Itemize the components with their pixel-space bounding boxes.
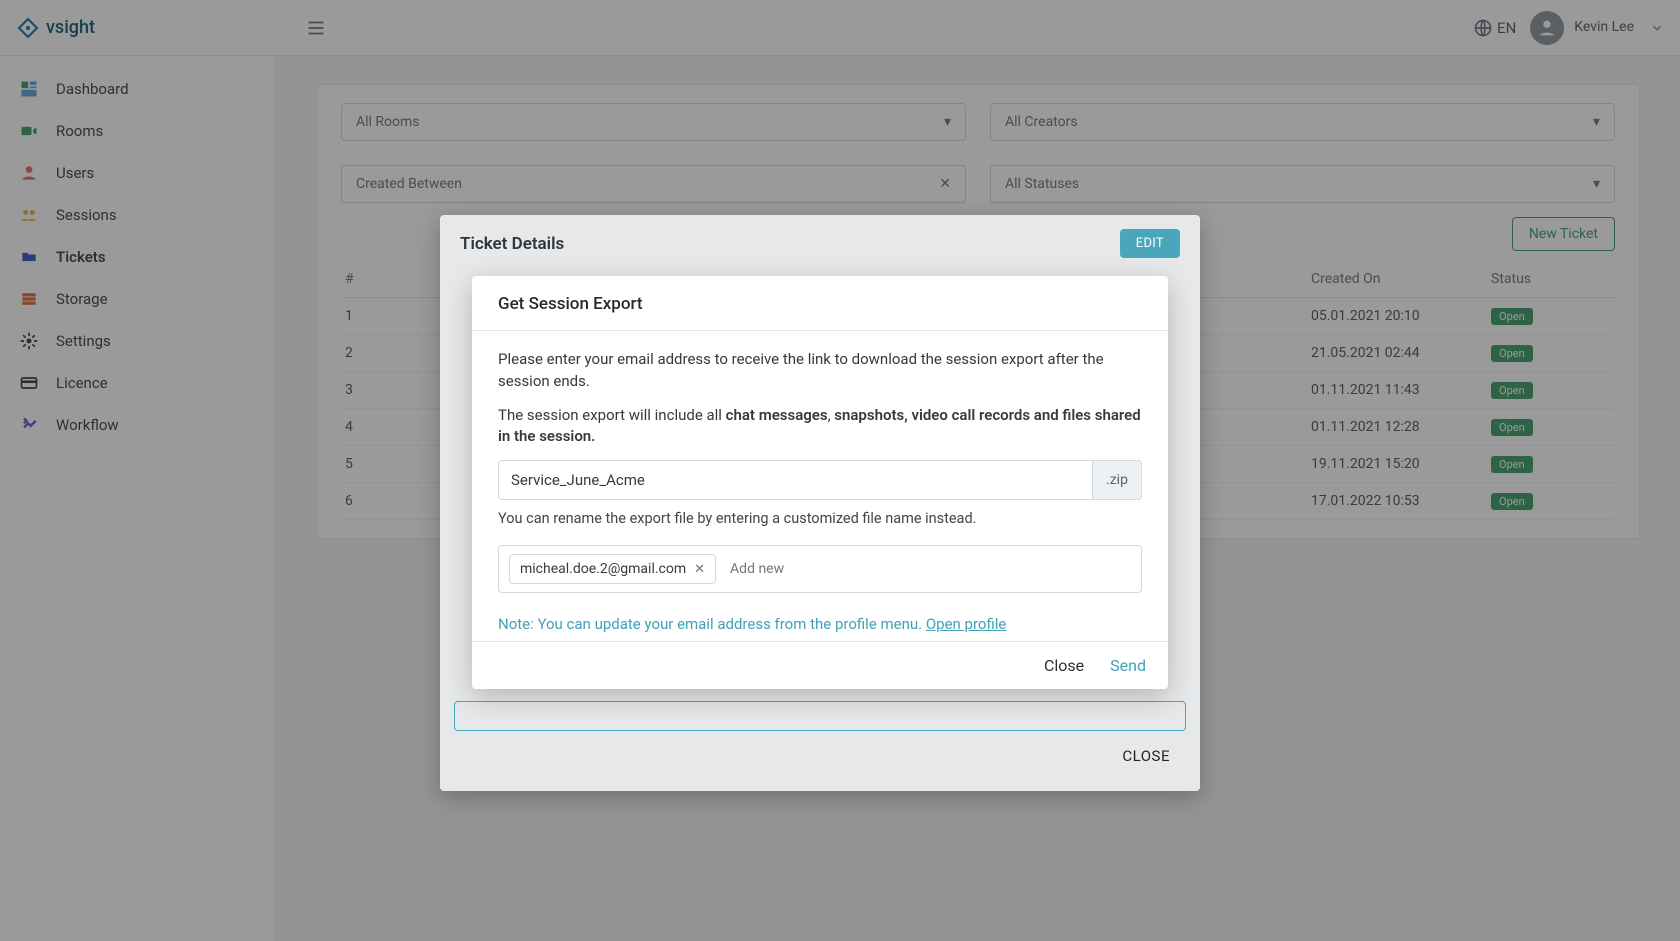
export-send-button[interactable]: Send: [1110, 656, 1146, 675]
profile-note: Note: You can update your email address …: [498, 615, 1142, 633]
outer-action-bar[interactable]: [454, 701, 1186, 731]
app-root: vsight EN Kevin Lee Dashboard: [0, 0, 1680, 941]
ticket-details-close-button[interactable]: CLOSE: [1116, 739, 1176, 773]
edit-button[interactable]: EDIT: [1120, 229, 1180, 258]
rename-hint: You can rename the export file by enteri…: [498, 510, 1142, 527]
export-close-button[interactable]: Close: [1044, 656, 1084, 675]
close-icon[interactable]: ✕: [694, 562, 705, 577]
session-export-dialog: Get Session Export Please enter your ema…: [472, 276, 1168, 689]
session-export-title: Get Session Export: [472, 276, 1168, 331]
email-chip-label: micheal.doe.2@gmail.com: [520, 561, 686, 577]
session-export-intro: Please enter your email address to recei…: [498, 349, 1142, 393]
ticket-details-dialog: Ticket Details EDIT Get Session Export P…: [440, 215, 1200, 791]
add-email-input[interactable]: [730, 561, 1131, 577]
open-profile-link[interactable]: Open profile: [926, 615, 1007, 633]
ticket-details-title: Ticket Details: [460, 234, 564, 254]
export-filename-suffix: .zip: [1092, 460, 1142, 500]
export-filename-input[interactable]: [498, 460, 1092, 500]
session-export-includes: The session export will include all chat…: [498, 405, 1142, 449]
email-chip: micheal.doe.2@gmail.com ✕: [509, 554, 716, 584]
email-chipbox[interactable]: micheal.doe.2@gmail.com ✕: [498, 545, 1142, 593]
